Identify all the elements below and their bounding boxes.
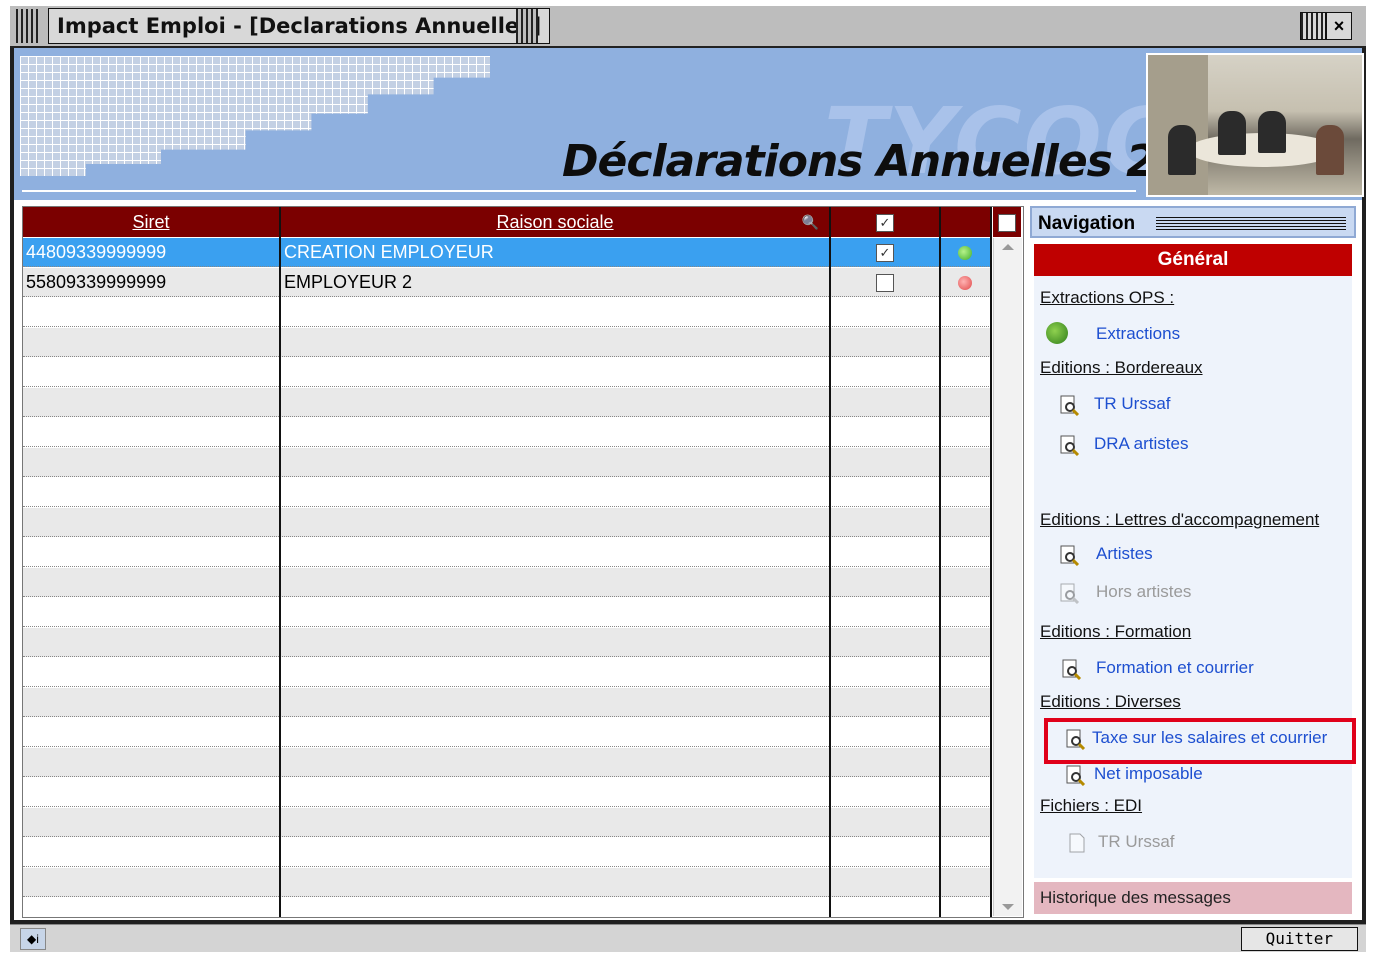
table-row[interactable] bbox=[23, 688, 991, 717]
status-red-icon bbox=[958, 276, 972, 291]
print-preview-icon[interactable] bbox=[1058, 434, 1080, 457]
navigation-title: Navigation bbox=[1038, 213, 1136, 234]
link-edi-tr-urssaf: TR Urssaf bbox=[1098, 832, 1175, 851]
col-siret[interactable]: Siret bbox=[23, 207, 281, 237]
navigation-body: Général Extractions OPS : Extractions Ed… bbox=[1034, 244, 1352, 878]
table-row[interactable] bbox=[23, 298, 991, 327]
table-row[interactable] bbox=[23, 418, 991, 447]
section-lettres: Editions : Lettres d'accompagnement bbox=[1040, 510, 1320, 529]
table-header: Siret Raison sociale 🔍 ✓ bbox=[23, 207, 1023, 237]
link-extractions[interactable]: Extractions bbox=[1096, 324, 1180, 344]
col-raison-label: Raison sociale bbox=[496, 212, 614, 232]
table-row[interactable] bbox=[23, 598, 991, 627]
table-row[interactable] bbox=[23, 658, 991, 687]
cell-siret: 55809339999999 bbox=[26, 272, 167, 292]
scroll-up-icon[interactable] bbox=[1002, 244, 1014, 250]
window-title: Impact Emploi - [Declarations Annuelles] bbox=[48, 8, 551, 44]
navigation-header: Navigation bbox=[1030, 206, 1356, 238]
table-row[interactable] bbox=[23, 448, 991, 477]
section-extractions: Extractions OPS : bbox=[1040, 288, 1175, 307]
cell-status bbox=[941, 268, 989, 297]
table-row[interactable]: 55809339999999 EMPLOYEUR 2 bbox=[23, 268, 991, 297]
table-row[interactable] bbox=[23, 388, 991, 417]
cell-siret: 44809339999999 bbox=[26, 242, 167, 262]
print-preview-icon[interactable] bbox=[1058, 544, 1080, 567]
col-raison-sociale[interactable]: Raison sociale 🔍 bbox=[281, 207, 831, 237]
table-row[interactable] bbox=[23, 358, 991, 387]
table-scrollbar[interactable] bbox=[993, 238, 1022, 916]
col-toggle[interactable] bbox=[993, 207, 1023, 237]
table-row[interactable] bbox=[23, 868, 991, 897]
general-header: Général bbox=[1034, 244, 1352, 276]
cell-raison-sociale: EMPLOYEUR 2 bbox=[284, 272, 413, 292]
select-all-checkbox[interactable]: ✓ bbox=[876, 214, 894, 233]
cell-select bbox=[831, 268, 939, 297]
cell-select: ✓ bbox=[831, 238, 939, 267]
table-row[interactable] bbox=[23, 508, 991, 537]
section-formation: Editions : Formation bbox=[1040, 622, 1192, 641]
table-row[interactable] bbox=[23, 778, 991, 807]
grip-icon bbox=[1300, 12, 1326, 40]
print-preview-icon[interactable] bbox=[1064, 764, 1086, 787]
quit-button[interactable]: Quitter bbox=[1240, 927, 1358, 951]
table-row[interactable] bbox=[23, 568, 991, 597]
row-checkbox[interactable]: ✓ bbox=[876, 244, 894, 263]
section-edi: Fichiers : EDI bbox=[1040, 796, 1143, 815]
app-window: Impact Emploi - [Declarations Annuelles]… bbox=[10, 6, 1366, 952]
section-bordereaux: Editions : Bordereaux bbox=[1040, 358, 1203, 377]
link-formation-courrier[interactable]: Formation et courrier bbox=[1096, 658, 1254, 678]
col-divider bbox=[829, 207, 831, 917]
title-bar[interactable]: Impact Emploi - [Declarations Annuelles]… bbox=[10, 6, 1366, 48]
main-content: TYCOON Déclarations Annuelles 2018 Siret… bbox=[14, 48, 1364, 927]
table-row[interactable] bbox=[23, 898, 991, 927]
banner: TYCOON Déclarations Annuelles 2018 bbox=[14, 48, 1364, 200]
print-preview-icon[interactable] bbox=[1060, 658, 1082, 681]
meeting-photo bbox=[1146, 53, 1364, 197]
scroll-down-icon[interactable] bbox=[1002, 904, 1014, 910]
document-icon bbox=[1066, 832, 1088, 854]
table-row[interactable] bbox=[23, 628, 991, 657]
cell-raison-sociale: CREATION EMPLOYEUR bbox=[284, 242, 494, 262]
cell-status bbox=[941, 238, 989, 267]
status-green-icon bbox=[958, 246, 972, 261]
print-preview-icon[interactable] bbox=[1058, 394, 1080, 417]
col-status bbox=[941, 207, 993, 237]
table-row[interactable] bbox=[23, 718, 991, 747]
table-row[interactable] bbox=[23, 838, 991, 867]
message-history[interactable]: Historique des messages bbox=[1034, 882, 1352, 914]
table-row[interactable] bbox=[23, 538, 991, 567]
page-title: Déclarations Annuelles 2018 bbox=[562, 136, 1246, 187]
close-button[interactable]: × bbox=[1326, 12, 1352, 40]
table-row[interactable] bbox=[23, 808, 991, 837]
navigation-panel: Navigation Général Extractions OPS : Ext… bbox=[1030, 206, 1360, 918]
link-dra-artistes[interactable]: DRA artistes bbox=[1094, 434, 1188, 454]
link-net-imposable[interactable]: Net imposable bbox=[1094, 764, 1203, 784]
link-hors-artistes: Hors artistes bbox=[1096, 582, 1192, 601]
toggle-checkbox[interactable] bbox=[998, 214, 1016, 233]
pixel-grid-logo bbox=[20, 56, 490, 176]
header-grip-icon bbox=[1156, 217, 1346, 230]
highlight-box bbox=[1044, 718, 1356, 764]
title-grip-right bbox=[516, 9, 538, 43]
employer-table: Siret Raison sociale 🔍 ✓ 44809339999999 C… bbox=[22, 206, 1024, 927]
table-row[interactable] bbox=[23, 748, 991, 777]
row-checkbox[interactable] bbox=[876, 274, 894, 293]
title-grip-left bbox=[16, 9, 38, 43]
link-tr-urssaf[interactable]: TR Urssaf bbox=[1094, 394, 1171, 414]
banner-divider bbox=[22, 190, 1136, 192]
status-bar: ◆i Quitter bbox=[10, 924, 1366, 952]
table-row[interactable] bbox=[23, 478, 991, 507]
info-icon[interactable]: ◆i bbox=[20, 928, 46, 950]
col-select[interactable]: ✓ bbox=[831, 207, 941, 237]
table-row[interactable]: 44809339999999 CREATION EMPLOYEUR ✓ bbox=[23, 238, 991, 267]
extraction-icon[interactable] bbox=[1046, 322, 1068, 344]
col-divider bbox=[990, 207, 992, 917]
table-row[interactable] bbox=[23, 328, 991, 357]
print-preview-icon bbox=[1058, 582, 1080, 605]
link-artistes[interactable]: Artistes bbox=[1096, 544, 1153, 564]
col-divider bbox=[279, 207, 281, 917]
search-key-icon[interactable]: 🔍 bbox=[802, 207, 819, 237]
section-diverses: Editions : Diverses bbox=[1040, 692, 1181, 711]
col-divider bbox=[939, 207, 941, 917]
